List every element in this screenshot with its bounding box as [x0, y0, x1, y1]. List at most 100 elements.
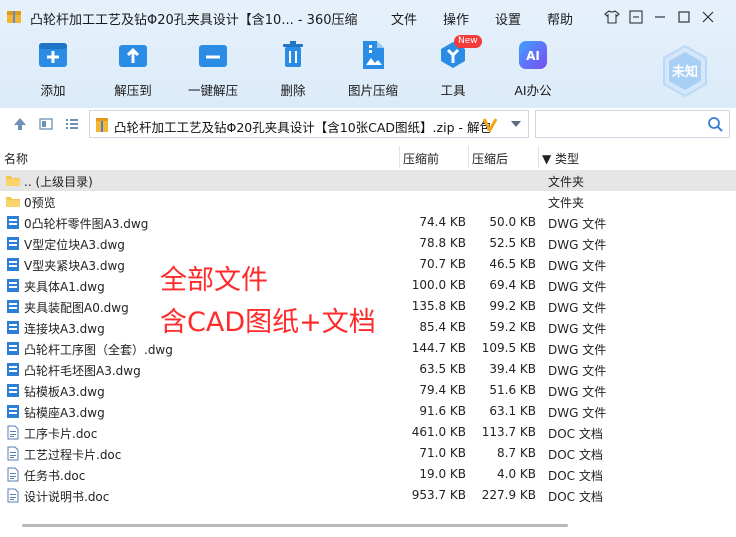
file-size: 63.5 KB	[419, 362, 466, 376]
file-name: 夹具装配图A0.dwg	[24, 301, 129, 315]
file-size: 71.0 KB	[419, 446, 466, 460]
address-bar[interactable]: 凸轮杆加工工艺及钻Φ20孔夹具设计【含10张CAD图纸】.zip - 解包大	[89, 110, 529, 138]
column-divider[interactable]	[468, 146, 469, 168]
column-packed[interactable]: 压缩后	[472, 150, 508, 167]
file-packed-size: 50.0 KB	[489, 215, 536, 229]
file-name: 工序卡片.doc	[24, 427, 98, 441]
file-packed-size: 59.2 KB	[489, 320, 536, 334]
horizontal-scrollbar[interactable]	[22, 524, 568, 527]
maximize-icon[interactable]	[675, 8, 693, 26]
file-row[interactable]: 工艺过程卡片.doc 71.0 KB 8.7 KB DOC 文档	[0, 443, 736, 464]
file-size: 70.7 KB	[419, 257, 466, 271]
file-name: .. (上级目录)	[24, 175, 93, 189]
file-row[interactable]: 设计说明书.doc 953.7 KB 227.9 KB DOC 文档	[0, 485, 736, 506]
column-type[interactable]: ▼ 类型	[542, 150, 579, 167]
archive-app-icon	[7, 11, 21, 23]
tools-label: 工具	[440, 83, 466, 98]
up-arrow-icon[interactable]	[12, 116, 28, 132]
menu-help[interactable]: 帮助	[547, 9, 573, 28]
file-packed-size: 4.0 KB	[497, 467, 536, 481]
trash-icon	[276, 38, 310, 72]
file-type: 文件夹	[548, 196, 585, 210]
svg-text:AI: AI	[526, 49, 540, 63]
doc-file-icon	[6, 446, 20, 461]
file-type: DWG 文件	[548, 238, 607, 252]
file-type: DOC 文档	[548, 469, 603, 483]
file-row[interactable]: 夹具体A1.dwg 100.0 KB 69.4 KB DWG 文件	[0, 275, 736, 296]
quick-extract-icon	[196, 38, 230, 72]
dwg-file-icon	[6, 236, 20, 251]
overlay-text-line1: 全部文件	[160, 265, 268, 296]
image-compress-label: 图片压缩	[347, 83, 398, 98]
delete-button[interactable]: 删除	[258, 38, 328, 100]
chevron-down-icon[interactable]	[510, 119, 522, 129]
menu-settings[interactable]: 设置	[495, 9, 521, 28]
search-icon[interactable]	[707, 116, 723, 132]
folder-icon	[6, 194, 20, 209]
extract-to-icon	[116, 38, 150, 72]
ai-icon: AI	[516, 38, 550, 72]
file-type: 文件夹	[548, 175, 585, 189]
app-window: 凸轮杆加工工艺及钻Φ20孔夹具设计【含10... - 360压缩 文件 操作 设…	[0, 0, 736, 537]
add-icon	[36, 38, 70, 72]
file-row[interactable]: 任务书.doc 19.0 KB 4.0 KB DOC 文档	[0, 464, 736, 485]
quick-extract-label: 一键解压	[187, 83, 238, 98]
file-packed-size: 113.7 KB	[481, 425, 536, 439]
file-row[interactable]: 钻模板A3.dwg 79.4 KB 51.6 KB DWG 文件	[0, 380, 736, 401]
file-row[interactable]: V型夹紧块A3.dwg 70.7 KB 46.5 KB DWG 文件	[0, 254, 736, 275]
file-name: 钻模板A3.dwg	[24, 385, 105, 399]
file-row[interactable]: 凸轮杆工序图（全套）.dwg 144.7 KB 109.5 KB DWG 文件	[0, 338, 736, 359]
file-row[interactable]: V型定位块A3.dwg 78.8 KB 52.5 KB DWG 文件	[0, 233, 736, 254]
address-path: 凸轮杆加工工艺及钻Φ20孔夹具设计【含10张CAD图纸】.zip - 解包大	[114, 120, 490, 135]
file-packed-size: 52.5 KB	[489, 236, 536, 250]
tshirt-skin-icon[interactable]	[603, 8, 621, 26]
window-title: 凸轮杆加工工艺及钻Φ20孔夹具设计【含10... - 360压缩	[30, 13, 358, 28]
feedback-icon[interactable]	[627, 8, 645, 26]
close-icon[interactable]	[699, 8, 717, 26]
column-divider[interactable]	[399, 146, 400, 168]
view-large-icon[interactable]	[38, 116, 54, 132]
minimize-icon[interactable]	[651, 8, 669, 26]
dwg-file-icon	[6, 278, 20, 293]
file-type: DWG 文件	[548, 217, 607, 231]
file-name: V型定位块A3.dwg	[24, 238, 125, 252]
folder-icon	[6, 173, 20, 188]
column-size[interactable]: 压缩前	[403, 150, 439, 167]
header: 凸轮杆加工工艺及钻Φ20孔夹具设计【含10... - 360压缩 文件 操作 设…	[0, 0, 736, 108]
dwg-file-icon	[6, 215, 20, 230]
file-row[interactable]: 凸轮杆毛坯图A3.dwg 63.5 KB 39.4 KB DWG 文件	[0, 359, 736, 380]
extract-to-button[interactable]: 解压到	[98, 38, 168, 100]
image-compress-icon	[356, 38, 390, 72]
file-size: 85.4 KB	[419, 320, 466, 334]
dwg-file-icon	[6, 341, 20, 356]
ai-office-button[interactable]: AI AI办公	[498, 38, 568, 100]
file-row[interactable]: 工序卡片.doc 461.0 KB 113.7 KB DOC 文档	[0, 422, 736, 443]
file-name: 任务书.doc	[24, 469, 86, 483]
ai-office-label: AI办公	[514, 83, 552, 98]
menu-file[interactable]: 文件	[391, 9, 417, 28]
file-packed-size: 99.2 KB	[489, 299, 536, 313]
search-input[interactable]	[535, 110, 730, 138]
file-name: 夹具体A1.dwg	[24, 280, 105, 294]
title-bar: 凸轮杆加工工艺及钻Φ20孔夹具设计【含10... - 360压缩 文件 操作 设…	[0, 0, 736, 34]
column-name[interactable]: 名称	[4, 150, 28, 167]
doc-file-icon	[6, 425, 20, 440]
image-compress-button[interactable]: 图片压缩	[338, 38, 408, 100]
file-row[interactable]: 0预览 文件夹	[0, 191, 736, 212]
menu-operation[interactable]: 操作	[443, 9, 469, 28]
new-badge: New	[454, 35, 482, 48]
file-row[interactable]: 0凸轮杆零件图A3.dwg 74.4 KB 50.0 KB DWG 文件	[0, 212, 736, 233]
file-type: DWG 文件	[548, 280, 607, 294]
view-list-icon[interactable]	[64, 116, 80, 132]
file-row[interactable]: 钻模座A3.dwg 91.6 KB 63.1 KB DWG 文件	[0, 401, 736, 422]
file-type: DWG 文件	[548, 301, 607, 315]
file-name: 0凸轮杆零件图A3.dwg	[24, 217, 149, 231]
file-packed-size: 51.6 KB	[489, 383, 536, 397]
column-divider[interactable]	[538, 146, 539, 168]
file-packed-size: 39.4 KB	[489, 362, 536, 376]
user-badge[interactable]: 未知	[660, 44, 710, 98]
file-name: 凸轮杆工序图（全套）.dwg	[24, 343, 173, 357]
quick-extract-button[interactable]: 一键解压	[178, 38, 248, 100]
file-row[interactable]: .. (上级目录) 文件夹	[0, 170, 736, 191]
add-button[interactable]: 添加	[18, 38, 88, 100]
